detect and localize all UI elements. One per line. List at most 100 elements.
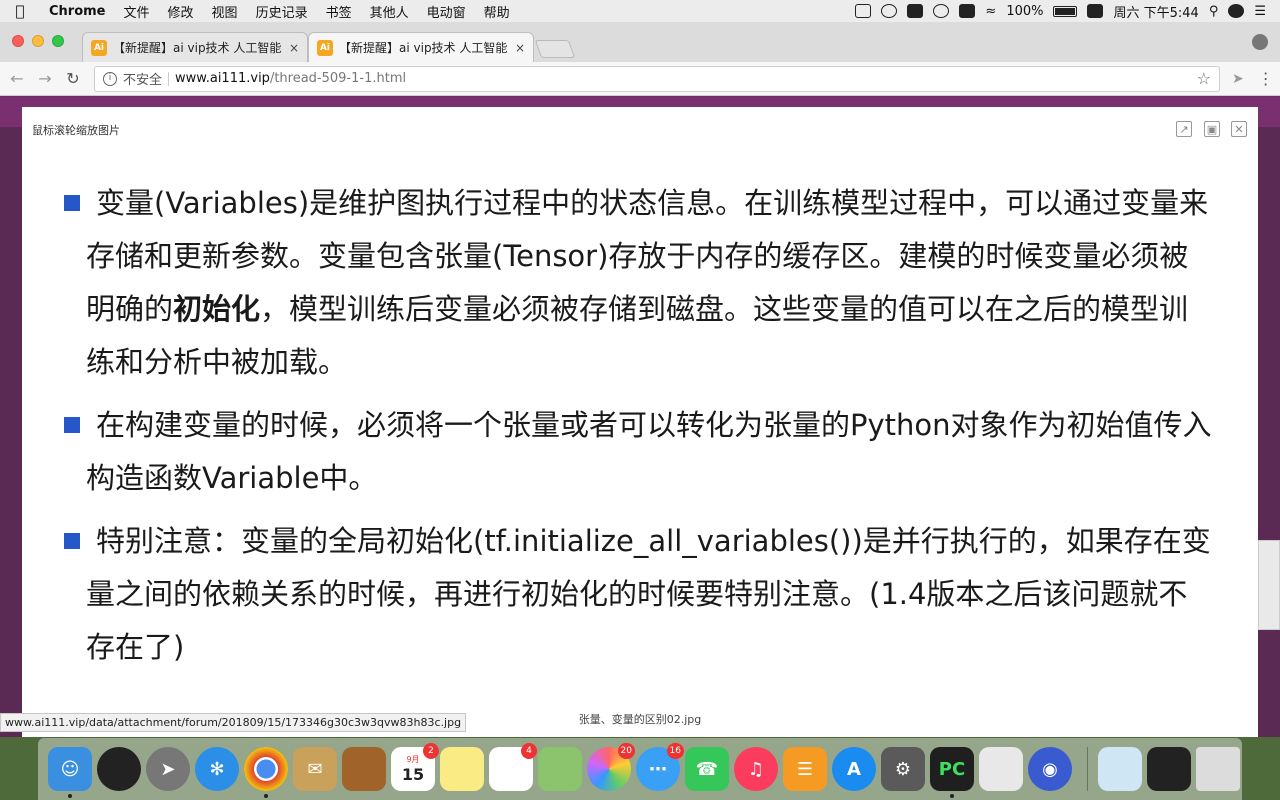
dock-separator (1087, 747, 1088, 791)
url-host: www.ai111.vip (175, 71, 270, 86)
bullet-square-icon (64, 417, 80, 433)
calendar-icon[interactable]: 9月 15 2 (391, 743, 439, 791)
facetime-icon[interactable]: ☎ (685, 747, 729, 791)
dock: ☺ ➤ ✻ ✉ 9月 15 2 4 20 ⋯ 16 ☎ ♫ ☰ A ⚙ PC ◉ (38, 738, 1242, 800)
omnibox-divider (168, 71, 170, 86)
window-minimize-button[interactable] (32, 35, 44, 47)
mail-icon[interactable]: ✉ (293, 747, 337, 791)
tab-title: 【新提醒】ai vip技术 人工智能 技术 (113, 41, 285, 55)
calendar-month: 9月 (406, 755, 420, 764)
open-original-icon[interactable]: ↗ (1176, 121, 1192, 137)
reload-icon[interactable]: ↻ (62, 69, 84, 88)
menu-window[interactable]: 电动窗 (418, 2, 475, 21)
menu-file[interactable]: 文件 (115, 2, 159, 21)
spotlight-search-icon[interactable]: ⚲ (1209, 4, 1219, 19)
bullet-item: 在构建变量的时候，必须将一个张量或者可以转化为张量的Python对象作为初始值传… (56, 399, 1216, 505)
sogou-icon[interactable] (1087, 4, 1104, 18)
messages-badge: 16 (666, 743, 684, 759)
slide-image: 变量(Variables)是维护图执行过程中的状态信息。在训练模型过程中，可以通… (56, 177, 1216, 684)
creative-cloud-icon[interactable] (881, 4, 898, 18)
bookmark-star-icon[interactable]: ☆ (1197, 69, 1211, 88)
pycharm-window-icon[interactable] (1147, 747, 1191, 791)
status-area: ≈ 100% 周六 下午5:44 ⚲ ☰ (855, 2, 1280, 21)
fit-size-icon[interactable]: ▣ (1204, 121, 1220, 137)
safari-icon[interactable]: ✻ (195, 747, 239, 791)
bullet-text: 变量(Variables)是维护图执行过程中的状态信息。在训练模型过程中，可以通… (86, 186, 1209, 379)
menu-edit[interactable]: 修改 (159, 2, 203, 21)
maps-icon[interactable] (538, 747, 582, 791)
siri-icon[interactable] (97, 747, 141, 791)
siri-icon[interactable] (1228, 4, 1245, 18)
time-machine-icon[interactable] (933, 4, 950, 18)
text-editor-icon[interactable] (979, 747, 1023, 791)
bullet-item: 变量(Variables)是维护图执行过程中的状态信息。在训练模型过程中，可以通… (56, 177, 1216, 389)
extension-icon[interactable]: ➤ (1232, 71, 1244, 87)
address-bar[interactable]: i 不安全 www.ai111.vip /thread-509-1-1.html… (94, 65, 1220, 92)
page-side-tools[interactable] (1258, 540, 1280, 630)
bullet-square-icon (64, 195, 80, 211)
menu-app-name[interactable]: Chrome (40, 4, 115, 19)
bullet-text: 在构建变量的时候，必须将一个张量或者可以转化为张量的Python对象作为初始值传… (86, 408, 1212, 495)
calendar-day: 15 (401, 765, 425, 784)
tab-1[interactable]: Ai 【新提醒】ai vip技术 人工智能 技术 × (82, 32, 308, 62)
menu-bar:  Chrome 文件 修改 视图 历史记录 书签 其他人 电动窗 帮助 ≈ 1… (0, 0, 1280, 22)
reminders-badge: 4 (521, 743, 537, 759)
ibooks-icon[interactable]: ☰ (783, 747, 827, 791)
status-app-icon[interactable] (907, 4, 924, 18)
site-favicon-icon: Ai (91, 39, 107, 56)
back-arrow-icon[interactable]: ← (6, 69, 28, 88)
running-indicator (950, 794, 954, 798)
profile-avatar-icon[interactable] (1252, 34, 1268, 50)
tab-strip: Ai 【新提醒】ai vip技术 人工智能 技术 × Ai 【新提醒】ai vi… (0, 22, 1280, 62)
security-label[interactable]: 不安全 (123, 69, 162, 88)
window-zoom-button[interactable] (52, 35, 64, 47)
image-lightbox: 鼠标滚轮缩放图片 ↗ ▣ ✕ 变量(Variables)是维护图执行过程中的状态… (22, 107, 1258, 737)
running-indicator (68, 794, 72, 798)
pycharm-icon[interactable]: PC (930, 747, 974, 798)
apple-menu-icon[interactable]:  (0, 2, 40, 20)
chrome-menu-icon[interactable]: ⋮ (1258, 69, 1274, 88)
clock[interactable]: 周六 下午5:44 (1113, 2, 1198, 21)
running-indicator (264, 794, 268, 798)
bullet-square-icon (64, 533, 80, 549)
forward-arrow-icon[interactable]: → (34, 69, 56, 88)
battery-percent[interactable]: 100% (1006, 4, 1043, 19)
window-close-button[interactable] (12, 35, 24, 47)
itunes-icon[interactable]: ♫ (734, 747, 778, 791)
screen-record-icon[interactable] (855, 4, 872, 18)
screen-recorder-icon[interactable]: ◉ (1028, 747, 1072, 791)
trash-icon[interactable] (1196, 747, 1240, 791)
tab-close-icon[interactable]: × (515, 41, 525, 55)
app-store-icon[interactable]: A (832, 747, 876, 791)
status-bar-url: www.ai111.vip/data/attachment/forum/2018… (0, 713, 467, 732)
info-icon[interactable]: i (103, 71, 117, 86)
menu-bookmarks[interactable]: 书签 (317, 2, 361, 21)
menu-people[interactable]: 其他人 (361, 2, 418, 21)
close-icon[interactable]: ✕ (1231, 121, 1247, 137)
wifi-icon[interactable]: ≈ (985, 4, 996, 19)
contacts-icon[interactable] (342, 747, 386, 791)
input-method-icon[interactable] (959, 4, 976, 18)
browser-toolbar: ← → ↻ i 不安全 www.ai111.vip /thread-509-1-… (0, 62, 1280, 96)
menu-history[interactable]: 历史记录 (247, 2, 317, 21)
zoom-hint: 鼠标滚轮缩放图片 (32, 124, 120, 137)
messages-icon[interactable]: ⋯ 16 (636, 743, 684, 791)
finder-icon[interactable]: ☺ (48, 747, 92, 798)
url-path: /thread-509-1-1.html (269, 71, 407, 86)
launchpad-icon[interactable]: ➤ (146, 747, 190, 791)
downloads-folder-icon[interactable] (1098, 747, 1142, 791)
menu-help[interactable]: 帮助 (475, 2, 519, 21)
site-favicon-icon: Ai (317, 39, 333, 56)
tab-close-icon[interactable]: × (289, 41, 299, 55)
new-tab-button[interactable] (534, 40, 576, 58)
reminders-icon[interactable]: 4 (489, 743, 537, 791)
battery-icon[interactable] (1053, 5, 1078, 17)
notification-center-icon[interactable]: ☰ (1254, 4, 1266, 19)
bullet-item: 特别注意：变量的全局初始化(tf.initialize_all_variable… (56, 515, 1216, 674)
system-preferences-icon[interactable]: ⚙ (881, 747, 925, 791)
menu-view[interactable]: 视图 (203, 2, 247, 21)
tab-2-active[interactable]: Ai 【新提醒】ai vip技术 人工智能 技术 × (308, 32, 534, 62)
chrome-icon[interactable] (244, 747, 288, 798)
photos-icon[interactable]: 20 (587, 743, 635, 791)
notes-icon[interactable] (440, 747, 484, 791)
